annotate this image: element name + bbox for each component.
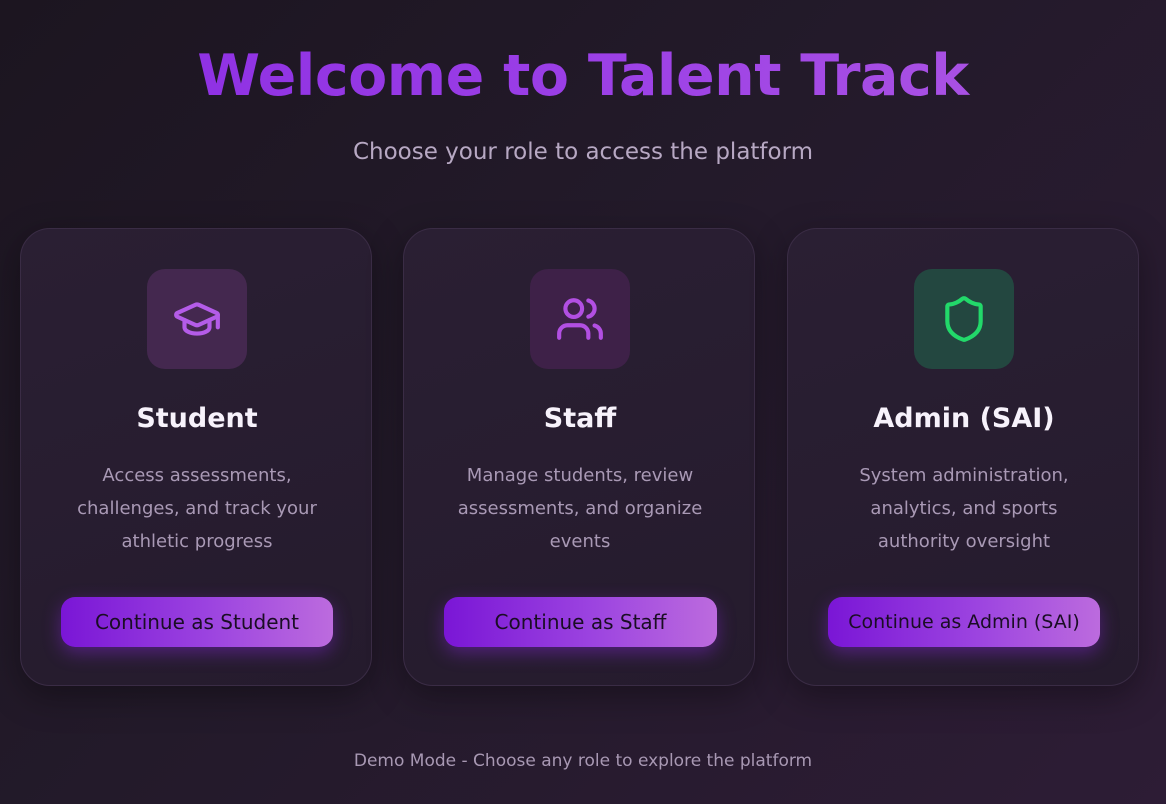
- staff-icon-tile: [530, 269, 630, 369]
- page-title: Welcome to Talent Track: [0, 38, 1166, 114]
- shield-icon: [945, 296, 983, 342]
- student-icon-tile: [147, 269, 247, 369]
- role-description: Access assessments, challenges, and trac…: [77, 465, 317, 552]
- role-title: Admin (SAI): [873, 403, 1055, 434]
- role-card-staff: Staff Manage students, review assessment…: [403, 228, 755, 686]
- continue-as-admin-button[interactable]: Continue as Admin (SAI): [828, 597, 1100, 647]
- role-title: Student: [136, 403, 258, 434]
- role-card-student: Student Access assessments, challenges, …: [20, 228, 372, 686]
- demo-mode-note: Demo Mode - Choose any role to explore t…: [353, 751, 813, 771]
- role-card-admin: Admin (SAI) System administration, analy…: [787, 228, 1139, 686]
- role-description: Manage students, review assessments, and…: [457, 465, 703, 552]
- role-title: Staff: [543, 403, 617, 434]
- page-subtitle: Choose your role to access the platform: [352, 139, 814, 165]
- graduation-cap-icon: [174, 302, 220, 336]
- role-description: System administration, analytics, and sp…: [859, 465, 1069, 552]
- admin-icon-tile: [914, 269, 1014, 369]
- continue-as-staff-button[interactable]: Continue as Staff: [444, 597, 717, 647]
- users-icon: [557, 298, 603, 340]
- continue-as-student-button[interactable]: Continue as Student: [61, 597, 333, 647]
